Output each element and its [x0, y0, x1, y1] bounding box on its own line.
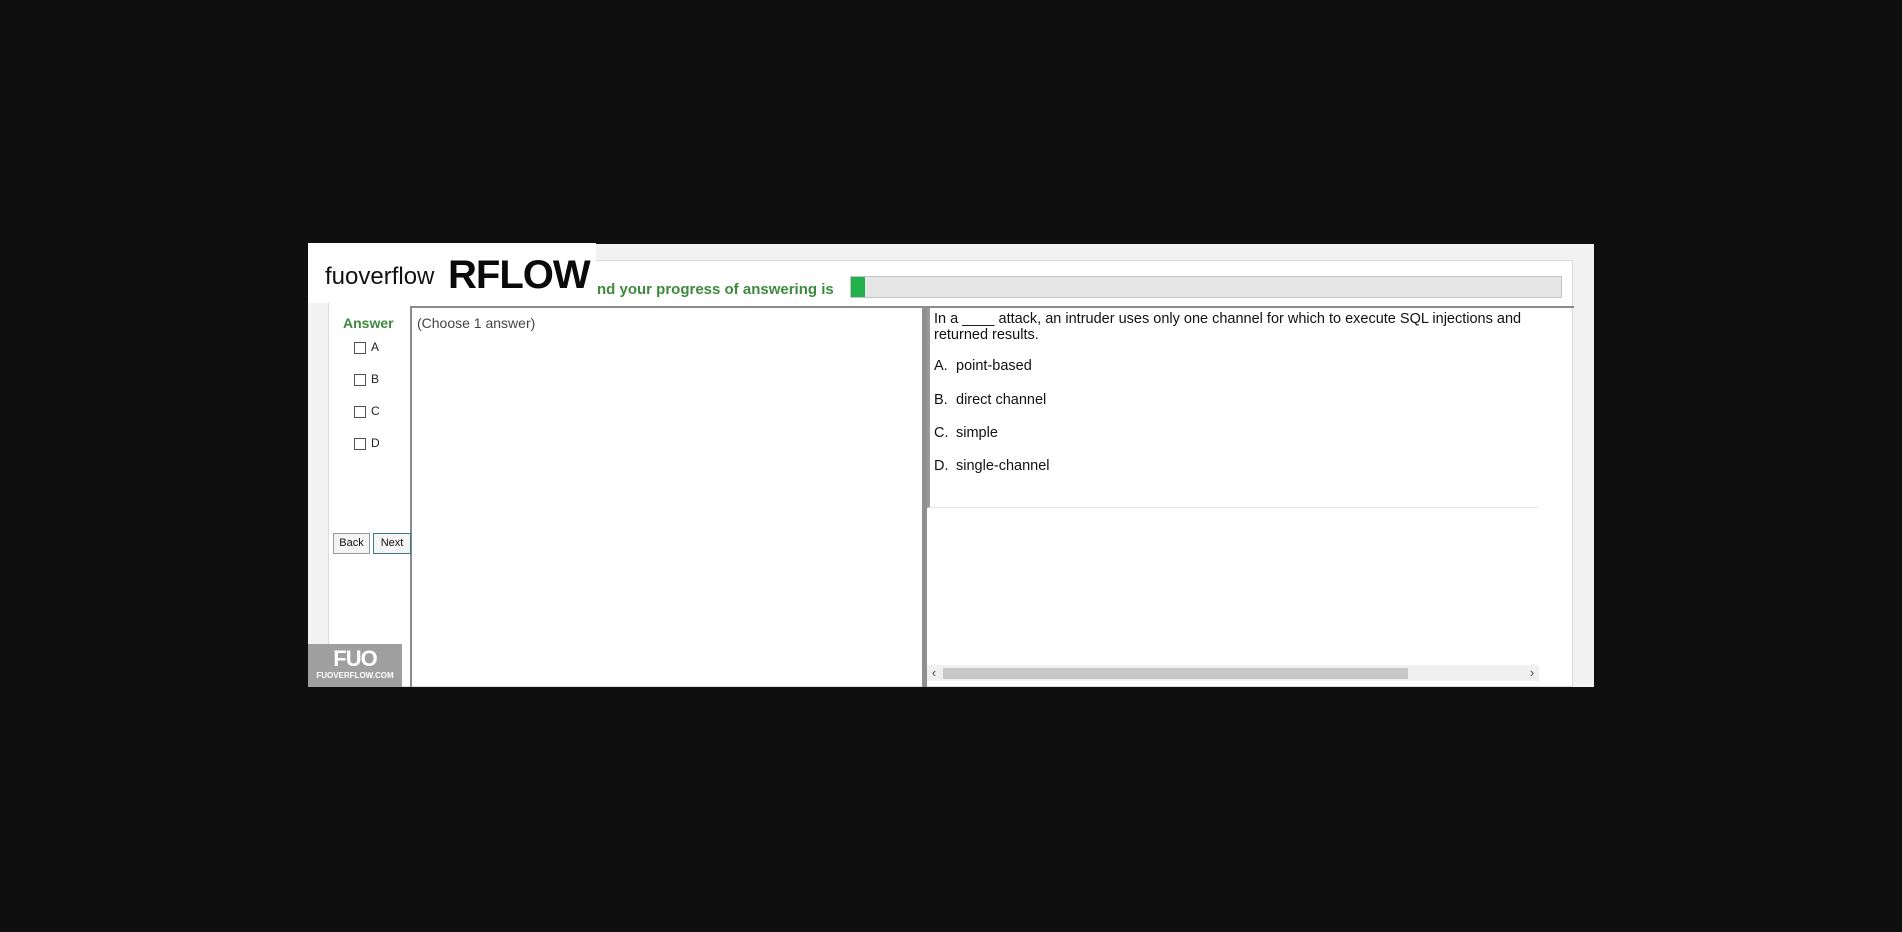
scroll-right-icon[interactable]: ›	[1525, 665, 1539, 681]
question-option-b: B. direct channel	[934, 392, 1046, 408]
watermark-sub: FUOVERFLOW.COM	[316, 671, 394, 680]
answer-panel: Answer A B C D Back Next	[329, 306, 412, 687]
choose-instruction: (Choose 1 answer)	[417, 315, 536, 331]
option-label-b: B	[371, 372, 380, 386]
answer-heading: Answer	[343, 315, 394, 331]
question-option-text: direct channel	[956, 392, 1047, 408]
question-option-text: single-channel	[956, 458, 1050, 474]
checkbox-c[interactable]	[354, 405, 366, 418]
question-option-a: A. point-based	[934, 358, 1032, 374]
overlay-logo: fuoverflow RFLOW	[308, 243, 596, 303]
next-button[interactable]: Next	[373, 533, 411, 554]
question-option-c: C. simple	[934, 425, 998, 441]
checkbox-a[interactable]	[354, 341, 366, 354]
question-option-letter: C.	[934, 425, 949, 441]
answer-option-a[interactable]: A	[354, 339, 379, 355]
scroll-left-icon[interactable]: ‹	[927, 665, 941, 681]
option-label-a: A	[371, 340, 380, 354]
checkbox-b[interactable]	[354, 373, 366, 386]
answer-option-c[interactable]: C	[354, 403, 380, 419]
exam-window: nd your progress of answering is Answer …	[308, 244, 1594, 687]
question-option-text: point-based	[956, 358, 1032, 374]
question-option-letter: A.	[934, 358, 948, 374]
logo-big-text: RFLOW	[448, 253, 591, 297]
question-option-text: simple	[956, 425, 998, 441]
exam-panel: nd your progress of answering is Answer …	[328, 260, 1574, 687]
answer-option-b[interactable]: B	[354, 371, 379, 387]
watermark-logo: FUO FUOVERFLOW.COM	[308, 644, 402, 687]
progress-label: nd your progress of answering is	[597, 281, 834, 298]
scrollbar-thumb[interactable]	[943, 668, 1408, 679]
back-button[interactable]: Back	[333, 533, 370, 554]
question-option-d: D. single-channel	[934, 458, 1050, 474]
question-text: In a ____ attack, an intruder uses only …	[934, 311, 1522, 343]
instruction-panel: (Choose 1 answer)	[412, 306, 922, 687]
question-option-letter: D.	[934, 458, 949, 474]
answer-option-d[interactable]: D	[354, 435, 380, 451]
progress-bar	[850, 276, 1562, 298]
checkbox-d[interactable]	[354, 437, 366, 450]
progress-fill	[851, 277, 866, 297]
watermark-main: FUO	[333, 646, 377, 671]
option-label-d: D	[371, 436, 380, 450]
horizontal-scrollbar[interactable]: ‹ ›	[927, 665, 1539, 681]
question-panel: In a ____ attack, an intruder uses only …	[927, 306, 1574, 687]
logo-small-text: fuoverflow	[325, 263, 435, 290]
option-label-c: C	[371, 404, 380, 418]
question-box: In a ____ attack, an intruder uses only …	[927, 308, 1539, 508]
question-option-letter: B.	[934, 392, 948, 408]
